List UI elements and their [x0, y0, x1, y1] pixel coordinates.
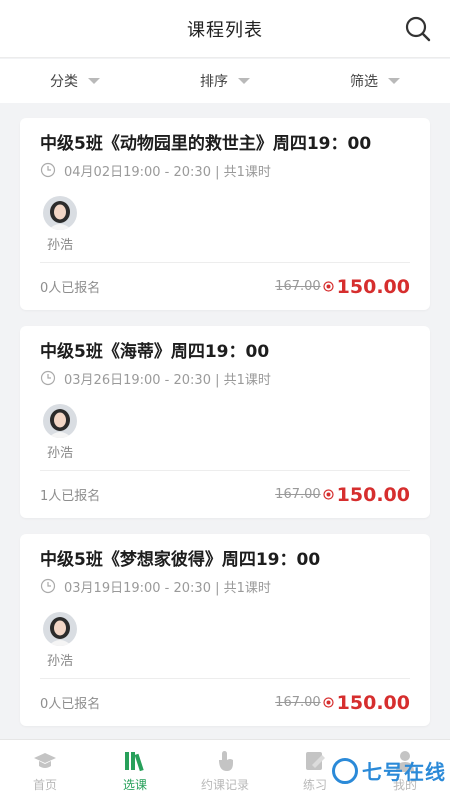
price-box: 167.00 150.00: [275, 692, 410, 714]
tab-courses[interactable]: 选课: [90, 740, 180, 800]
teacher-name: 孙浩: [46, 654, 73, 669]
tap-hand-icon: [219, 751, 233, 771]
enrolled-count: 1人已报名: [40, 489, 101, 504]
teacher-name: 孙浩: [46, 238, 73, 253]
course-footer: 1人已报名 167.00 150.00: [40, 470, 410, 518]
price-box: 167.00 150.00: [275, 276, 410, 298]
graduation-cap-icon: [34, 753, 56, 768]
chevron-down-icon: [388, 78, 400, 84]
course-time: 03月19日19:00 - 20:30 | 共1课时: [40, 576, 410, 596]
search-icon[interactable]: [404, 15, 432, 43]
edit-icon: [306, 752, 325, 770]
current-price: 150.00: [336, 275, 410, 298]
clock-icon: [40, 370, 56, 386]
filter-sort-label: 排序: [200, 74, 228, 90]
books-icon: [125, 752, 144, 772]
course-card[interactable]: 中级5班《梦想家彼得》周四19：00 03月19日19:00 - 20:30 |…: [20, 534, 430, 726]
tab-home-label: 首页: [32, 778, 57, 792]
tab-courses-label: 选课: [122, 778, 147, 792]
course-time-text: 03月26日19:00 - 20:30 | 共1课时: [64, 372, 271, 388]
course-card[interactable]: 中级5班《海蒂》周四19：00 03月26日19:00 - 20:30 | 共1…: [20, 326, 430, 518]
course-card[interactable]: 中级5班《动物园里的救世主》周四19：00 04月02日19:00 - 20:3…: [20, 118, 430, 310]
clock-icon: [40, 578, 56, 594]
filter-sort[interactable]: 排序: [150, 71, 300, 91]
teacher[interactable]: 孙浩: [40, 612, 80, 669]
course-list: 中级5班《动物园里的救世主》周四19：00 04月02日19:00 - 20:3…: [20, 118, 430, 742]
course-title: 中级5班《梦想家彼得》周四19：00: [40, 550, 321, 570]
enrolled-count: 0人已报名: [40, 697, 101, 712]
enrolled-count: 0人已报名: [40, 281, 101, 296]
teacher[interactable]: 孙浩: [40, 404, 80, 461]
tab-home[interactable]: 首页: [0, 740, 90, 800]
tab-practice-label: 练习: [302, 778, 327, 792]
avatar: [43, 404, 77, 438]
course-footer: 0人已报名 167.00 150.00: [40, 262, 410, 310]
teacher[interactable]: 孙浩: [40, 196, 80, 253]
course-time-text: 04月02日19:00 - 20:30 | 共1课时: [64, 164, 271, 180]
filter-screen-label: 筛选: [350, 74, 378, 90]
current-price: 150.00: [336, 483, 410, 506]
original-price: 167.00: [275, 279, 321, 294]
filter-category-label: 分类: [50, 74, 78, 90]
avatar: [43, 196, 77, 230]
price-box: 167.00 150.00: [275, 484, 410, 506]
coin-icon: [323, 281, 334, 292]
coin-icon: [323, 489, 334, 500]
original-price: 167.00: [275, 487, 321, 502]
course-title: 中级5班《动物园里的救世主》周四19：00: [40, 134, 372, 154]
chevron-down-icon: [238, 78, 250, 84]
clock-icon: [40, 162, 56, 178]
original-price: 167.00: [275, 695, 321, 710]
watermark: 七号在线: [332, 756, 446, 785]
chevron-down-icon: [88, 78, 100, 84]
app-header: 课程列表: [0, 0, 450, 58]
course-title: 中级5班《海蒂》周四19：00: [40, 342, 270, 362]
course-time-text: 03月19日19:00 - 20:30 | 共1课时: [64, 580, 271, 596]
filter-category[interactable]: 分类: [0, 71, 150, 91]
tab-booking-records-label: 约课记录: [200, 778, 249, 792]
course-time: 04月02日19:00 - 20:30 | 共1课时: [40, 160, 410, 180]
page-title: 课程列表: [187, 19, 263, 41]
course-footer: 0人已报名 167.00 150.00: [40, 678, 410, 726]
filter-screen[interactable]: 筛选: [300, 71, 450, 91]
course-time: 03月26日19:00 - 20:30 | 共1课时: [40, 368, 410, 388]
coin-icon: [323, 697, 334, 708]
watermark-logo-icon: [332, 757, 358, 784]
tab-booking-records[interactable]: 约课记录: [180, 740, 270, 800]
current-price: 150.00: [336, 691, 410, 714]
teacher-name: 孙浩: [46, 446, 73, 461]
avatar: [43, 612, 77, 646]
filter-bar: 分类 排序 筛选: [0, 59, 450, 103]
watermark-text: 七号在线: [362, 760, 446, 784]
